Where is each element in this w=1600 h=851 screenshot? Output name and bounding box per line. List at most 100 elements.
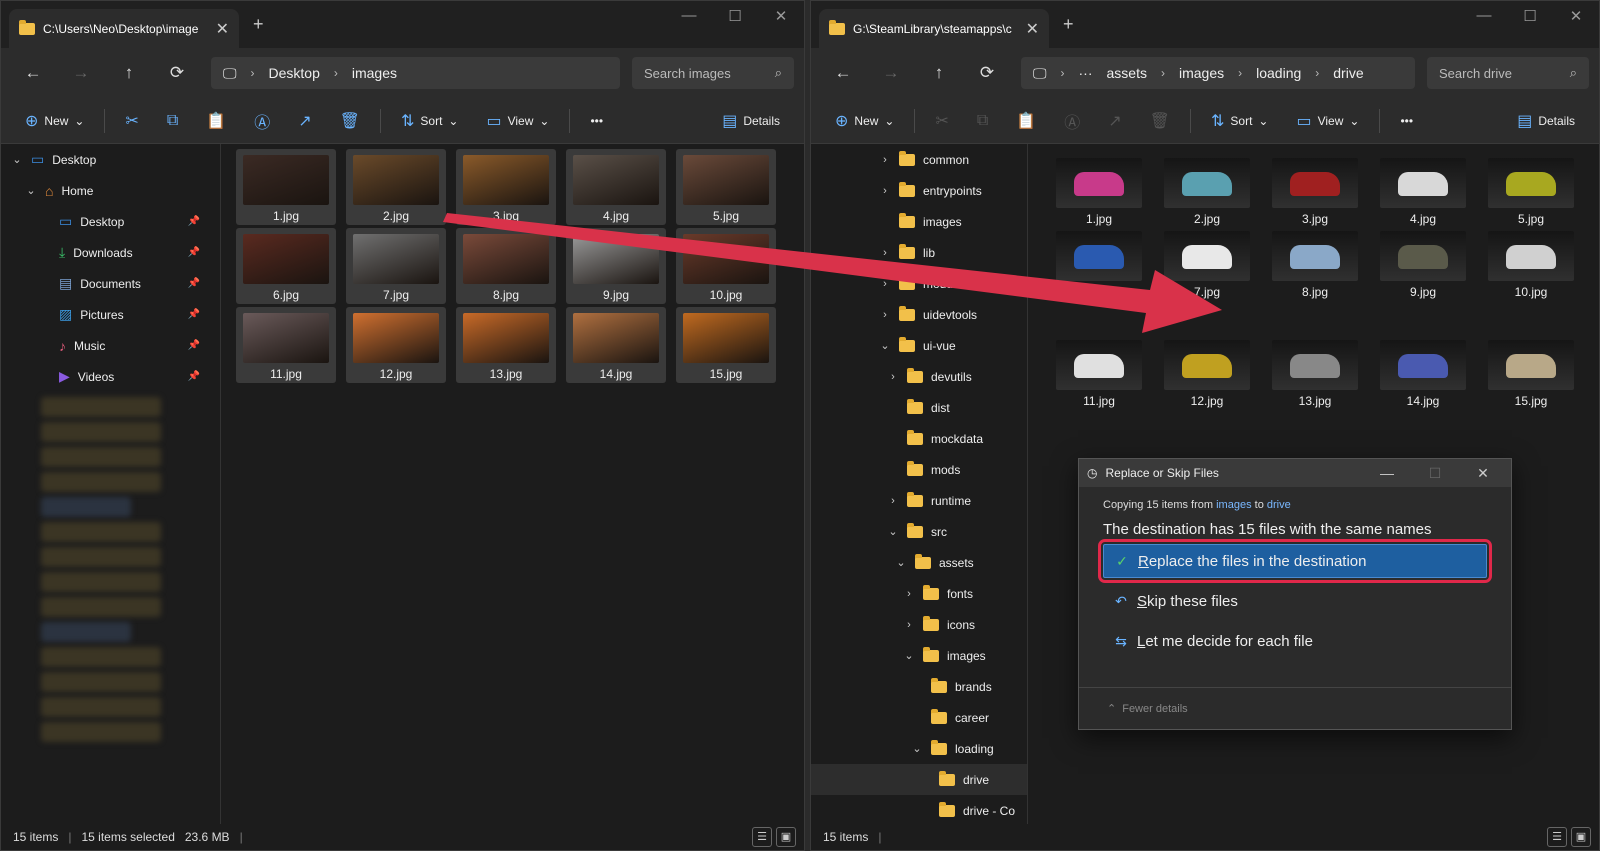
share-button[interactable]: ↗ (286, 111, 323, 131)
tree-item[interactable]: ⤓ Downloads 📌 (1, 237, 220, 268)
maximize-button[interactable]: ☐ (1507, 7, 1553, 25)
fewer-details-toggle[interactable]: ⌃ Fewer details (1079, 687, 1511, 729)
tree-item-images[interactable]: ⌄ images (811, 640, 1027, 671)
breadcrumb-overflow[interactable]: ··· (1079, 65, 1093, 81)
file-item[interactable]: 5.jpg (676, 149, 776, 225)
view-button[interactable]: ▭ View ⌄ (1284, 111, 1371, 131)
tab-active[interactable]: G:\SteamLibrary\steamapps\c ✕ (819, 9, 1049, 48)
tree-item-mockdata[interactable]: mockdata (811, 423, 1027, 454)
chevron-icon[interactable]: › (879, 154, 891, 166)
forward-button[interactable]: → (869, 63, 913, 83)
cut-button[interactable]: ✂ (113, 111, 150, 131)
refresh-button[interactable]: ⟳ (965, 63, 1009, 83)
minimize-button[interactable]: — (1461, 7, 1507, 25)
refresh-button[interactable]: ⟳ (155, 63, 199, 83)
tiles-view-icon[interactable]: ▣ (1571, 827, 1591, 847)
more-options-button[interactable]: ••• (1388, 114, 1425, 128)
new-tab-button[interactable]: + (253, 14, 264, 35)
navigation-pane[interactable]: ⌄ ▭ Desktop ⌄ ⌂ Home ▭ Desktop 📌 ⤓ Downloads 📌 ▤ Docu… (1, 144, 221, 824)
file-item[interactable]: 2.jpg (346, 149, 446, 225)
back-button[interactable]: ← (11, 63, 55, 83)
breadcrumb-desktop[interactable]: Desktop (269, 65, 320, 81)
close-tab-icon[interactable]: ✕ (1026, 19, 1039, 39)
paste-button[interactable]: 📋 (1004, 111, 1048, 131)
tree-item-dist[interactable]: dist (811, 392, 1027, 423)
tree-item-modules[interactable]: › modules (811, 268, 1027, 299)
maximize-button[interactable]: ☐ (712, 7, 758, 25)
chevron-icon[interactable]: › (879, 247, 891, 259)
file-item[interactable]: 1.jpg (236, 149, 336, 225)
file-item[interactable]: 8.jpg (456, 228, 556, 304)
details-view-icon[interactable]: ☰ (752, 827, 772, 847)
chevron-icon[interactable]: ⌄ (887, 525, 899, 538)
skip-files-option[interactable]: ↶ Skip these files (1103, 584, 1487, 618)
file-item[interactable]: 6.jpg (236, 228, 336, 304)
decide-each-file-option[interactable]: ⇆ Let me decide for each file (1103, 624, 1487, 658)
tree-item[interactable]: ▨ Pictures 📌 (1, 299, 220, 330)
file-item[interactable]: 3.jpg (456, 149, 556, 225)
tree-item[interactable]: ⌄ ⌂ Home (1, 175, 220, 206)
tree-item-devutils[interactable]: › devutils (811, 361, 1027, 392)
chevron-icon[interactable]: › (903, 619, 915, 631)
new-button[interactable]: ⊕ New ⌄ (13, 111, 96, 131)
chevron-icon[interactable]: ⌄ (879, 339, 891, 352)
chevron-icon[interactable]: ⌄ (11, 153, 23, 166)
file-item[interactable]: 13.jpg (456, 307, 556, 383)
address-bar[interactable]: 🖵 › Desktop › images (211, 57, 620, 89)
copy-button[interactable]: ⧉ (155, 112, 190, 130)
file-item[interactable]: 8.jpg (1265, 225, 1365, 299)
tree-item[interactable]: ▶ Videos 📌 (1, 361, 220, 392)
share-button[interactable]: ↗ (1096, 111, 1133, 131)
cut-button[interactable]: ✂ (923, 111, 960, 131)
file-item[interactable]: 7.jpg (346, 228, 446, 304)
file-item[interactable]: 3.jpg (1265, 152, 1365, 226)
dialog-close-button[interactable]: ✕ (1463, 465, 1503, 482)
new-tab-button[interactable]: + (1063, 14, 1074, 35)
file-item[interactable]: 5.jpg (1481, 152, 1581, 226)
details-button[interactable]: ▤ Details (710, 111, 792, 131)
address-bar[interactable]: 🖵 › ··· assets › images › loading › driv… (1021, 57, 1415, 89)
delete-button[interactable]: 🗑 (328, 111, 372, 131)
close-button[interactable]: ✕ (758, 7, 804, 25)
dialog-maximize-button[interactable]: ☐ (1415, 465, 1455, 482)
file-item[interactable]: 14.jpg (1373, 334, 1473, 408)
tree-item[interactable]: ⌄ ▭ Desktop (1, 144, 220, 175)
tree-item[interactable]: ▤ Documents 📌 (1, 268, 220, 299)
file-item[interactable]: 4.jpg (566, 149, 666, 225)
chevron-icon[interactable]: › (887, 371, 899, 383)
up-button[interactable]: ↑ (917, 63, 961, 83)
sort-button[interactable]: ⇅ Sort ⌄ (1199, 111, 1280, 131)
chevron-icon[interactable]: › (903, 588, 915, 600)
source-link[interactable]: images (1216, 499, 1251, 511)
file-item[interactable]: 15.jpg (676, 307, 776, 383)
breadcrumb-drive[interactable]: drive (1333, 65, 1363, 81)
rename-button[interactable]: Ⓐ (1052, 109, 1092, 133)
view-button[interactable]: ▭ View ⌄ (474, 111, 561, 131)
tree-item-career[interactable]: career (811, 702, 1027, 733)
file-item[interactable]: 14.jpg (566, 307, 666, 383)
file-item[interactable]: 1.jpg (1049, 152, 1149, 226)
tree-item-uidevtools[interactable]: › uidevtools (811, 299, 1027, 330)
tree-item-src[interactable]: ⌄ src (811, 516, 1027, 547)
breadcrumb-loading[interactable]: loading (1256, 65, 1301, 81)
chevron-icon[interactable]: ⌄ (895, 556, 907, 569)
tree-item[interactable]: ♪ Music 📌 (1, 330, 220, 361)
file-item[interactable]: 11.jpg (236, 307, 336, 383)
delete-button[interactable]: 🗑 (1138, 111, 1182, 131)
tree-item-mods[interactable]: mods (811, 454, 1027, 485)
tree-item-fonts[interactable]: › fonts (811, 578, 1027, 609)
file-item[interactable]: 15.jpg (1481, 334, 1581, 408)
tree-item-loading[interactable]: ⌄ loading (811, 733, 1027, 764)
file-item[interactable]: 4.jpg (1373, 152, 1473, 226)
more-options-button[interactable]: ••• (578, 114, 615, 128)
tree-item-common[interactable]: › common (811, 144, 1027, 175)
details-button[interactable]: ▤ Details (1505, 111, 1587, 131)
file-item[interactable]: 6.jpg (1049, 225, 1149, 299)
chevron-icon[interactable]: ⌄ (903, 649, 915, 662)
file-item[interactable]: 10.jpg (1481, 225, 1581, 299)
destination-link[interactable]: drive (1267, 499, 1291, 511)
tree-item-runtime[interactable]: › runtime (811, 485, 1027, 516)
tab-active[interactable]: C:\Users\Neo\Desktop\image ✕ (9, 9, 239, 48)
file-item[interactable]: 9.jpg (1373, 225, 1473, 299)
breadcrumb-images[interactable]: images (1179, 65, 1224, 81)
